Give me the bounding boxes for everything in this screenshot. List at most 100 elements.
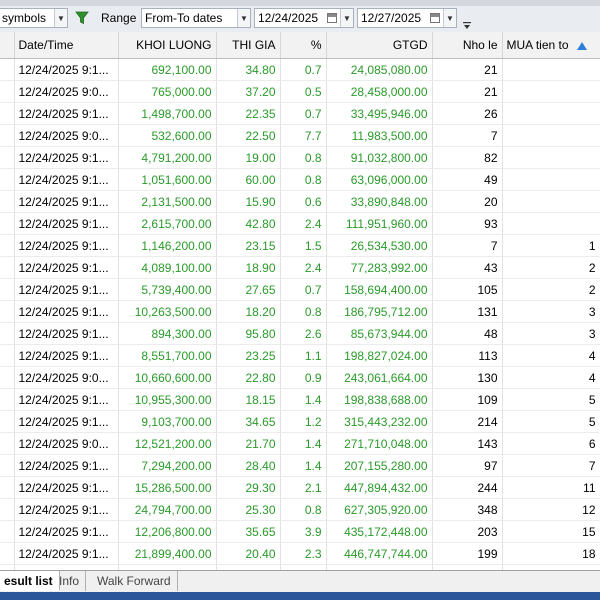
row-indicator[interactable] bbox=[0, 278, 15, 301]
col-header-percent[interactable]: % bbox=[280, 32, 327, 59]
table-row[interactable]: 12/24/2025 9:1... 1,146,200.00 23.15 1.5 26,… bbox=[0, 234, 600, 257]
row-indicator[interactable] bbox=[0, 454, 15, 477]
cell-nho-le: 143 bbox=[432, 432, 503, 455]
range-select-value: From-To dates bbox=[145, 11, 223, 25]
table-row[interactable]: 12/24/2025 9:1... 692,100.00 34.80 0.7 24,08… bbox=[0, 58, 600, 81]
range-select[interactable]: From-To dates ▼ bbox=[141, 8, 251, 28]
table-row[interactable]: 12/24/2025 9:1... 1,498,700.00 22.35 0.7 33,… bbox=[0, 102, 600, 125]
cell-gtgd: 85,673,944.00 bbox=[326, 322, 433, 345]
cell-datetime: 12/24/2025 9:1... bbox=[14, 146, 119, 169]
symbols-combo[interactable]: symbols ▼ bbox=[0, 8, 68, 28]
row-indicator[interactable] bbox=[0, 344, 15, 367]
table-row[interactable]: 12/24/2025 9:0... 765,000.00 37.20 0.5 28,45… bbox=[0, 80, 600, 103]
row-indicator[interactable] bbox=[0, 432, 15, 455]
table-row[interactable]: 12/24/2025 9:1... 10,955,300.00 18.15 1.4 19… bbox=[0, 388, 600, 411]
row-indicator[interactable] bbox=[0, 102, 15, 125]
table-row[interactable]: 12/24/2025 9:0... 10,660,600.00 22.80 0.9 24… bbox=[0, 366, 600, 389]
table-row[interactable]: 12/24/2025 9:0... 12,521,200.00 21.70 1.4 27… bbox=[0, 432, 600, 455]
cell-nho-le: 43 bbox=[432, 256, 503, 279]
cell-gtgd: 435,172,448.00 bbox=[326, 520, 433, 543]
toolbar-overflow-button[interactable] bbox=[461, 14, 473, 30]
col-header-datetime[interactable]: Date/Time bbox=[14, 32, 119, 59]
col-header-nho-le[interactable]: Nho le bbox=[432, 32, 503, 59]
to-date-value: 12/27/2025 bbox=[361, 11, 422, 25]
cell-datetime: 12/24/2025 9:1... bbox=[14, 410, 119, 433]
cell-thi-gia: 19.00 bbox=[216, 146, 281, 169]
tab-walk-forward[interactable]: Walk Forward bbox=[91, 571, 178, 591]
cell-khoi-luong: 2,131,500.00 bbox=[118, 190, 217, 213]
table-row[interactable]: 12/24/2025 9:1... 4,791,200.00 19.00 0.8 91,… bbox=[0, 146, 600, 169]
cell-datetime: 12/24/2025 9:0... bbox=[14, 124, 119, 147]
table-row[interactable]: 12/24/2025 9:1... 21,899,400.00 20.40 2.3 44… bbox=[0, 542, 600, 565]
row-indicator[interactable] bbox=[0, 542, 15, 565]
cell-thi-gia: 21.70 bbox=[216, 432, 281, 455]
cell-thi-gia: 20.40 bbox=[216, 542, 281, 565]
filter-button[interactable] bbox=[72, 8, 92, 28]
table-row[interactable]: 12/24/2025 9:1... 10,263,500.00 18.20 0.8 18… bbox=[0, 300, 600, 323]
table-row[interactable]: 12/24/2025 9:1... 894,300.00 95.80 2.6 85,67… bbox=[0, 322, 600, 345]
cell-khoi-luong: 5,739,400.00 bbox=[118, 278, 217, 301]
chevron-down-icon[interactable]: ▼ bbox=[237, 9, 250, 27]
table-row[interactable]: 12/24/2025 9:1... 5,739,400.00 27.65 0.7 158… bbox=[0, 278, 600, 301]
row-indicator[interactable] bbox=[0, 80, 15, 103]
table-row[interactable]: 12/24/2025 9:1... 4,089,100.00 18.90 2.4 77,… bbox=[0, 256, 600, 279]
chevron-down-icon[interactable]: ▼ bbox=[54, 9, 67, 27]
row-indicator[interactable] bbox=[0, 190, 15, 213]
cell-gtgd: 33,495,946.00 bbox=[326, 102, 433, 125]
cell-mua-tien-to: 5 bbox=[502, 410, 600, 433]
overflow-icon bbox=[463, 22, 471, 29]
cell-datetime: 12/24/2025 9:1... bbox=[14, 322, 119, 345]
row-indicator[interactable] bbox=[0, 234, 15, 257]
col-header-khoi-luong[interactable]: KHOI LUONG bbox=[118, 32, 217, 59]
row-indicator[interactable] bbox=[0, 366, 15, 389]
table-row[interactable]: 12/24/2025 9:1... 7,294,200.00 28.40 1.4 207… bbox=[0, 454, 600, 477]
tab-info[interactable]: Info bbox=[53, 571, 87, 591]
table-row[interactable]: 12/24/2025 9:1... 9,103,700.00 34.65 1.2 315… bbox=[0, 410, 600, 433]
to-date-picker[interactable]: 12/27/2025 ▼ bbox=[357, 8, 457, 28]
cell-datetime: 12/24/2025 9:0... bbox=[14, 80, 119, 103]
table-row[interactable]: 12/24/2025 9:1... 1,051,600.00 60.00 0.8 63,… bbox=[0, 168, 600, 191]
cell-khoi-luong: 1,051,600.00 bbox=[118, 168, 217, 191]
row-indicator[interactable] bbox=[0, 146, 15, 169]
row-indicator[interactable] bbox=[0, 520, 15, 543]
row-indicator[interactable] bbox=[0, 410, 15, 433]
table-row[interactable]: 12/24/2025 9:1... 2,615,700.00 42.80 2.4 111… bbox=[0, 212, 600, 235]
row-indicator[interactable] bbox=[0, 300, 15, 323]
tab-result-list[interactable]: esult list bbox=[0, 571, 60, 591]
table-row[interactable]: 12/24/2025 9:1... 12,206,800.00 35.65 3.9 43… bbox=[0, 520, 600, 543]
chevron-down-icon[interactable]: ▼ bbox=[443, 9, 456, 27]
row-indicator[interactable] bbox=[0, 388, 15, 411]
status-bar bbox=[0, 592, 600, 600]
calendar-icon[interactable] bbox=[430, 13, 440, 23]
row-indicator[interactable] bbox=[0, 168, 15, 191]
calendar-icon[interactable] bbox=[327, 13, 337, 23]
table-row[interactable]: 12/24/2025 9:1... 2,131,500.00 15.90 0.6 33,… bbox=[0, 190, 600, 213]
row-indicator[interactable] bbox=[0, 476, 15, 499]
chevron-down-icon[interactable]: ▼ bbox=[340, 9, 353, 27]
cell-mua-tien-to: 4 bbox=[502, 366, 600, 389]
cell-thi-gia: 27.65 bbox=[216, 278, 281, 301]
cell-mua-tien-to: 2 bbox=[502, 278, 600, 301]
cell-nho-le: 131 bbox=[432, 300, 503, 323]
row-indicator[interactable] bbox=[0, 124, 15, 147]
row-indicator[interactable] bbox=[0, 322, 15, 345]
col-header-gtgd[interactable]: GTGD bbox=[326, 32, 433, 59]
from-date-picker[interactable]: 12/24/2025 ▼ bbox=[254, 8, 354, 28]
row-indicator[interactable] bbox=[0, 256, 15, 279]
row-indicator[interactable] bbox=[0, 498, 15, 521]
row-indicator[interactable] bbox=[0, 58, 15, 81]
col-header-thi-gia[interactable]: THI GIA bbox=[216, 32, 281, 59]
table-row[interactable]: 12/24/2025 9:0... 532,600.00 22.50 7.7 11,98… bbox=[0, 124, 600, 147]
cell-khoi-luong: 15,286,500.00 bbox=[118, 476, 217, 499]
cell-nho-le: 214 bbox=[432, 410, 503, 433]
cell-nho-le: 244 bbox=[432, 476, 503, 499]
table-row[interactable]: 12/24/2025 9:1... 8,551,700.00 23.25 1.1 198… bbox=[0, 344, 600, 367]
cell-thi-gia: 18.20 bbox=[216, 300, 281, 323]
col-header-mua-tien-to[interactable]: MUA tien to bbox=[502, 32, 600, 59]
cell-datetime: 12/24/2025 9:1... bbox=[14, 344, 119, 367]
row-indicator[interactable] bbox=[0, 212, 15, 235]
table-row[interactable]: 12/24/2025 9:1... 24,794,700.00 25.30 0.8 62… bbox=[0, 498, 600, 521]
results-grid[interactable]: Date/Time KHOI LUONG THI GIA % GTGD Nho … bbox=[0, 32, 600, 570]
table-row[interactable]: 12/24/2025 9:1... 15,286,500.00 29.30 2.1 44… bbox=[0, 476, 600, 499]
cell-nho-le: 20 bbox=[432, 190, 503, 213]
